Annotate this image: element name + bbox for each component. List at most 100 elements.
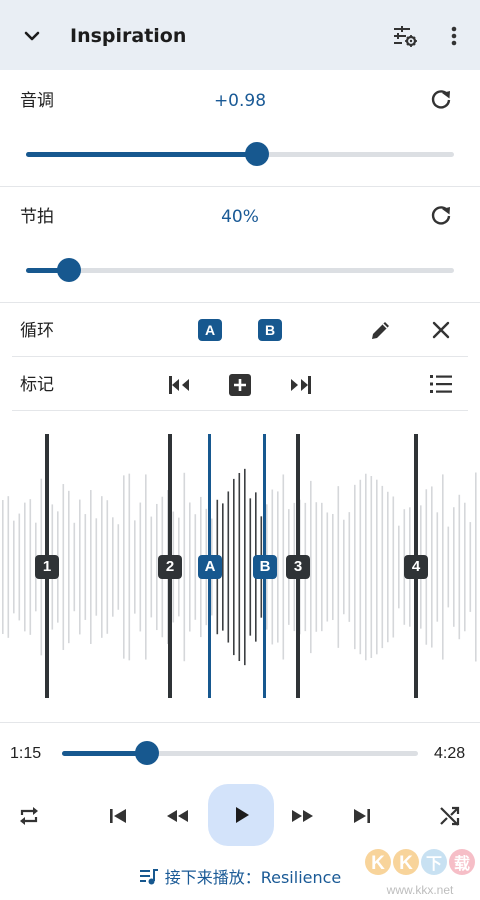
close-icon[interactable] — [430, 319, 452, 341]
tempo-reset-icon[interactable] — [428, 203, 454, 229]
waveform-bar — [68, 490, 70, 644]
waveform-bar — [447, 526, 450, 608]
marker-4-flag[interactable]: 4 — [404, 555, 428, 579]
waveform-bar — [442, 474, 444, 660]
waveform-bar — [469, 522, 472, 612]
waveform-bar — [244, 468, 246, 666]
waveform-bar — [326, 512, 329, 622]
skip-previous-icon[interactable] — [107, 805, 129, 827]
tempo-slider-track[interactable] — [26, 268, 454, 273]
pitch-reset-icon[interactable] — [428, 87, 454, 113]
svg-text:www.kkx.net: www.kkx.net — [386, 883, 454, 897]
waveform-bar — [95, 518, 98, 616]
playback-progress-thumb[interactable] — [135, 741, 160, 765]
svg-text:载: 载 — [454, 854, 470, 873]
waveform-bar — [84, 514, 87, 620]
tempo-label: 节拍 — [20, 207, 54, 227]
waveform-bar — [431, 486, 433, 648]
pitch-label: 音调 — [20, 91, 54, 111]
playback-progress-track[interactable] — [62, 751, 418, 756]
markers-label: 标记 — [20, 375, 54, 395]
waveform-bar — [222, 503, 224, 631]
repeat-icon[interactable] — [17, 804, 41, 828]
waveform-bar — [464, 502, 466, 632]
next-marker-icon[interactable] — [288, 373, 314, 397]
pitch-slider-fill — [26, 152, 258, 157]
waveform-bar — [310, 480, 312, 654]
pitch-slider-thumb[interactable] — [245, 142, 270, 166]
waveform-bar — [332, 513, 334, 621]
waveform-bar — [73, 522, 76, 612]
rewind-icon[interactable] — [164, 805, 190, 827]
waveform-bar — [321, 502, 323, 632]
waveform-bar — [2, 500, 4, 634]
divider — [12, 356, 468, 357]
svg-text:下: 下 — [426, 854, 442, 873]
waveform-bar — [123, 475, 125, 659]
queue-music-icon — [139, 869, 158, 885]
waveform-bar — [398, 525, 400, 609]
waveform-bar — [365, 473, 367, 661]
divider — [0, 722, 480, 723]
marker-2-flag[interactable]: 2 — [158, 555, 182, 579]
previous-marker-icon[interactable] — [166, 373, 192, 397]
marker-3-flag[interactable]: 3 — [286, 555, 310, 579]
tempo-slider-thumb[interactable] — [56, 258, 81, 282]
waveform-bar — [183, 472, 186, 662]
waveform-bar — [112, 517, 114, 617]
loop-label: 循环 — [20, 321, 54, 341]
song-title: Inspiration — [70, 25, 187, 47]
more-options-icon[interactable] — [446, 24, 462, 48]
fast-forward-icon[interactable] — [290, 805, 316, 827]
up-next-label: 接下来播放：Resilience — [164, 868, 342, 887]
waveform-bar — [354, 484, 356, 650]
loop-a-flag[interactable]: A — [198, 555, 222, 579]
waveform-bar — [387, 491, 389, 643]
waveform-bar — [475, 472, 477, 662]
shuffle-icon[interactable] — [438, 804, 462, 828]
marker-list-icon[interactable] — [429, 373, 453, 395]
waveform-area[interactable]: 1 2 A B 3 4 — [0, 412, 480, 722]
divider — [0, 302, 480, 303]
waveform-bar — [381, 485, 384, 649]
waveform-bar — [337, 486, 340, 648]
waveform-bar — [106, 500, 109, 634]
marker-1-flag[interactable]: 1 — [35, 555, 59, 579]
waveform-bar — [227, 491, 230, 643]
waveform-bar — [145, 474, 147, 660]
waveform-bar — [29, 499, 32, 635]
waveform-bar — [370, 476, 373, 658]
waveform-bar — [18, 513, 21, 621]
waveform-bar — [62, 484, 65, 650]
waveform-bar — [79, 499, 81, 635]
waveform-bar — [134, 520, 136, 614]
waveform-bar — [189, 502, 191, 632]
edit-pencil-icon[interactable] — [369, 318, 393, 342]
waveform-bar — [90, 490, 92, 644]
waveform-bar — [277, 491, 279, 643]
tempo-value: 40% — [221, 207, 259, 227]
waveform-bar — [238, 472, 241, 662]
play-button[interactable] — [208, 784, 274, 846]
pitch-slider-track[interactable] — [26, 152, 454, 157]
total-time: 4:28 — [434, 745, 466, 762]
loop-a-button[interactable]: A — [198, 319, 222, 341]
waveform-bar — [13, 520, 15, 614]
collapse-chevron-icon[interactable] — [20, 24, 44, 48]
divider — [12, 410, 468, 411]
add-marker-icon[interactable] — [228, 373, 252, 397]
play-icon — [236, 807, 249, 823]
waveform-bar — [194, 514, 197, 620]
waveform-bar — [359, 479, 362, 655]
waveform-bar — [139, 502, 142, 632]
waveform-bar — [458, 494, 461, 640]
tune-settings-icon[interactable] — [392, 24, 418, 48]
pitch-value: +0.98 — [213, 91, 267, 111]
waveform-bar — [7, 496, 10, 638]
divider — [0, 186, 480, 187]
skip-next-icon[interactable] — [351, 805, 373, 827]
loop-b-button[interactable]: B — [258, 319, 282, 341]
waveform-bar — [249, 498, 252, 636]
loop-b-flag[interactable]: B — [253, 555, 277, 579]
top-bar: Inspiration — [0, 0, 480, 70]
